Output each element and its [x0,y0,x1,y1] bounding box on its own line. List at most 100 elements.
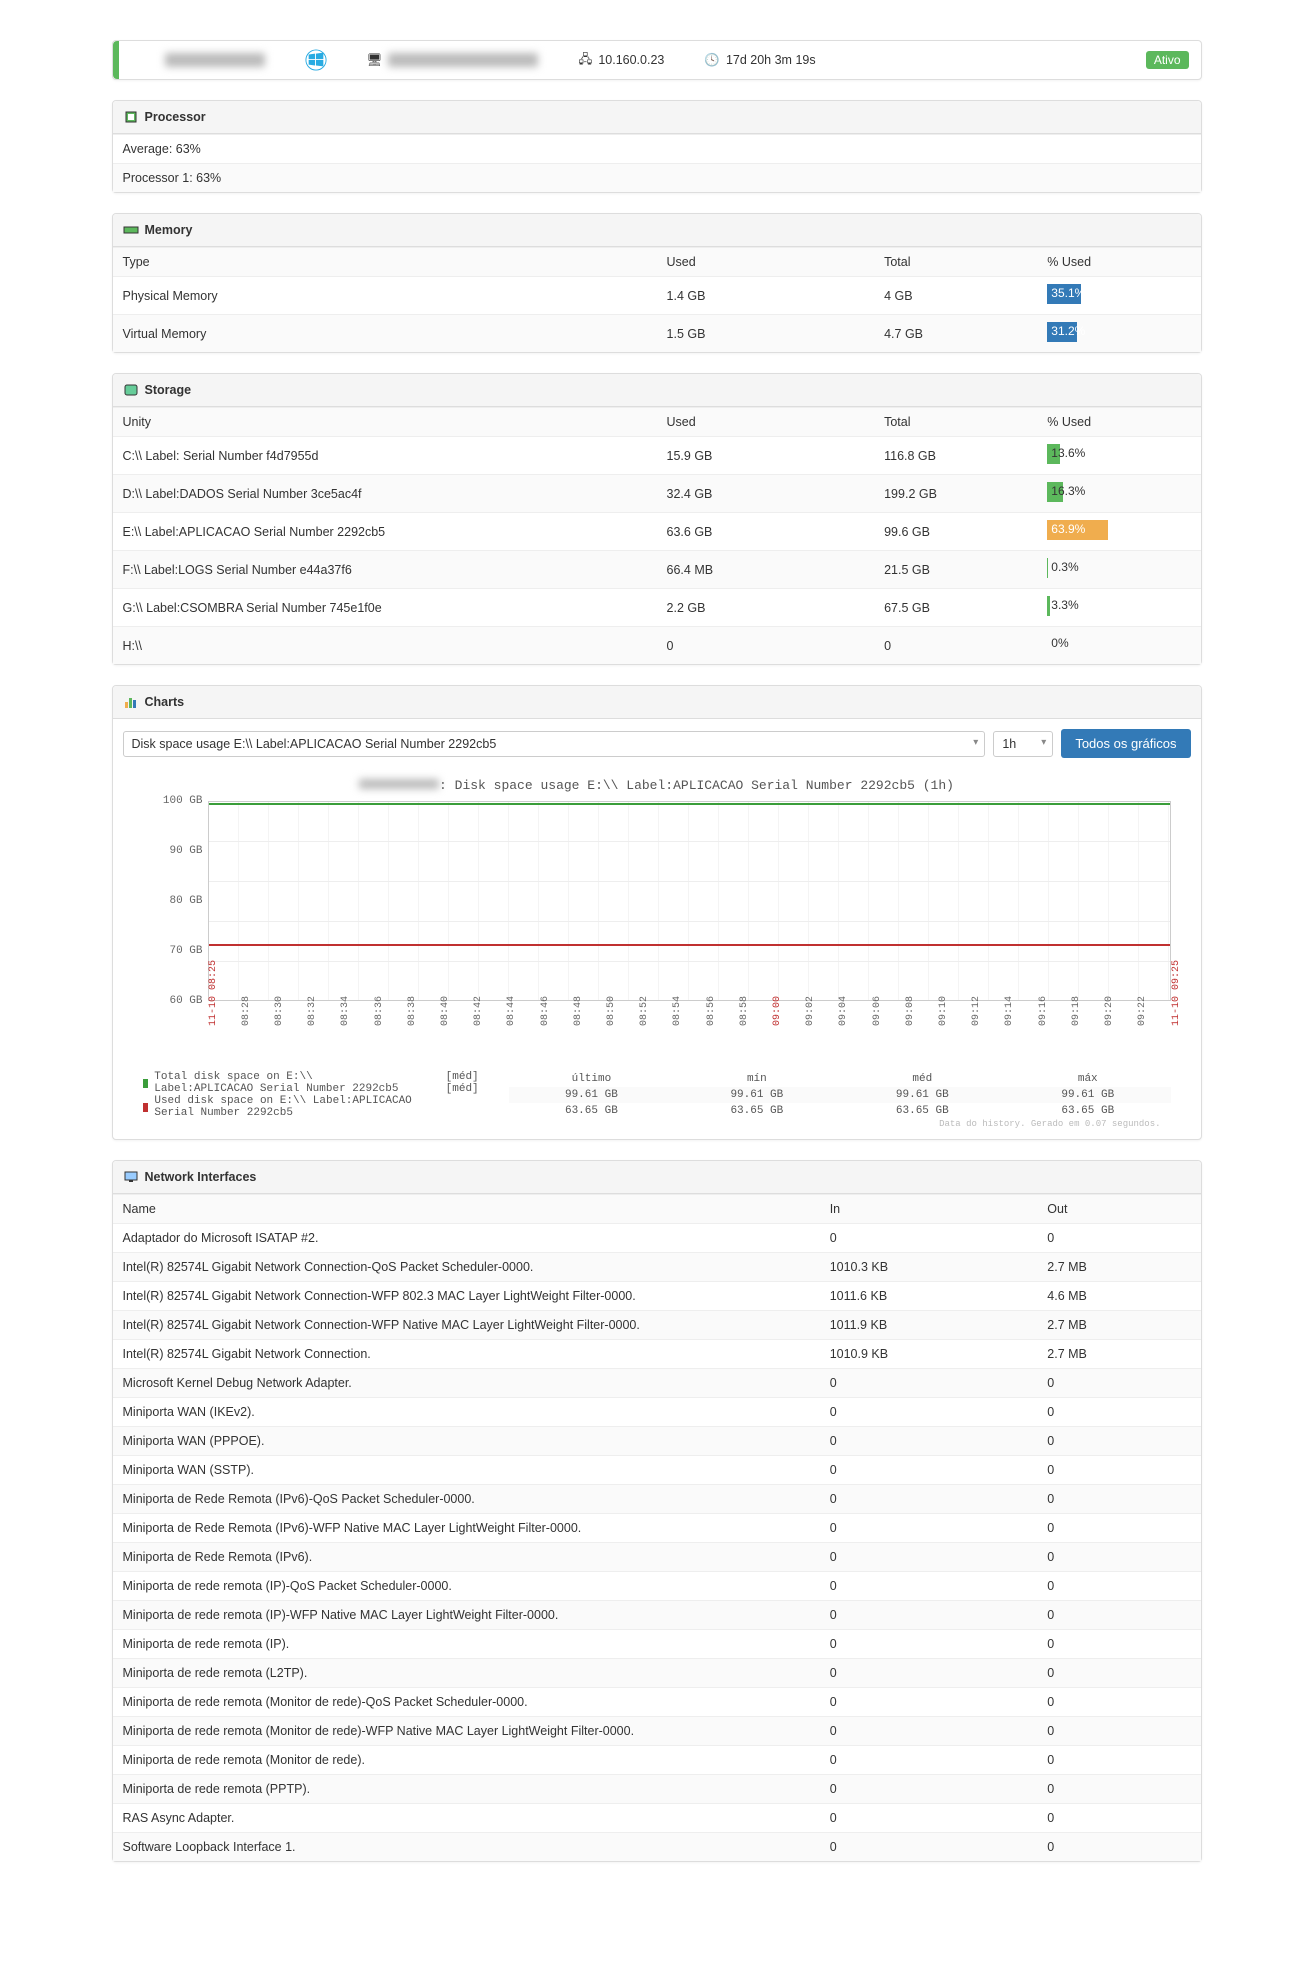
x-tick: 09:18 [1071,996,1082,1026]
table-row: Miniporta de rede remota (Monitor de red… [113,1717,1201,1746]
all-charts-button[interactable]: Todos os gráficos [1061,729,1190,758]
col-last: último [509,1071,674,1087]
disk-icon [123,382,139,398]
chart-plot-title: : Disk space usage E:\\ Label:APLICACAO … [439,778,954,793]
chart-period-value: 1h [1002,737,1016,751]
x-tick: 08:58 [739,996,750,1026]
chart-metric-value: Disk space usage E:\\ Label:APLICACAO Se… [132,737,497,751]
table-row: Miniporta de rede remota (Monitor de red… [113,1688,1201,1717]
table-row: Miniporta de rede remota (IP).00 [113,1630,1201,1659]
series-total-line [209,803,1170,805]
charts-panel: Charts Disk space usage E:\\ Label:APLIC… [112,685,1202,1140]
col-out: Out [1037,1195,1200,1224]
chart-icon [123,694,139,710]
table-row: Microsoft Kernel Debug Network Adapter.0… [113,1369,1201,1398]
chart-metric-select[interactable]: Disk space usage E:\\ Label:APLICACAO Se… [123,731,986,757]
uptime-value: 17d 20h 3m 19s [726,53,816,67]
host-redacted [388,53,538,67]
processor-1: Processor 1: 63% [113,163,1201,192]
x-tick: 09:20 [1104,996,1115,1026]
table-row: G:\\ Label:CSOMBRA Serial Number 745e1f0… [113,589,1201,627]
table-row: Miniporta de Rede Remota (IPv6)-QoS Pack… [113,1485,1201,1514]
memory-icon [123,222,139,238]
x-tick: 09:02 [805,996,816,1026]
table-row: Intel(R) 82574L Gigabit Network Connecti… [113,1311,1201,1340]
col-max: máx [1005,1071,1170,1087]
host-type: 🖥 [367,53,539,68]
legend-agg1: [méd] [446,1071,479,1083]
storage-title: Storage [145,383,192,397]
x-tick: 08:52 [639,996,650,1026]
col-type: Type [113,248,657,277]
x-tick: 08:28 [241,996,252,1026]
y-tick: 100 GB [163,795,203,807]
x-tick: 08:50 [606,996,617,1026]
y-tick: 60 GB [169,995,202,1007]
table-row: Miniporta de rede remota (PPTP).00 [113,1775,1201,1804]
memory-panel: Memory Type Used Total % Used Physical M… [112,213,1202,353]
status-accent [113,41,119,79]
col-used: Used [657,248,875,277]
x-tick: 09:08 [905,996,916,1026]
x-tick: 09:00 [772,996,783,1026]
chart-period-select[interactable]: 1h [993,731,1053,757]
table-row: Miniporta de rede remota (Monitor de red… [113,1746,1201,1775]
table-row: E:\\ Label:APLICACAO Serial Number 2292c… [113,513,1201,551]
table-row: H:\\000% [113,627,1201,665]
x-tick: 08:34 [340,996,351,1026]
ip-address: 10.160.0.23 [598,53,664,67]
x-tick: 11-10 08:25 [208,960,219,1026]
storage-table: Unity Used Total % Used C:\\ Label: Seri… [113,407,1201,664]
table-row: D:\\ Label:DADOS Serial Number 3ce5ac4f3… [113,475,1201,513]
table-row: Miniporta WAN (IKEv2).00 [113,1398,1201,1427]
network-panel: Network Interfaces Name In Out Adaptador… [112,1160,1202,1862]
table-row: Adaptador do Microsoft ISATAP #2.00 [113,1224,1201,1253]
x-tick: 09:14 [1004,996,1015,1026]
col-name: Name [113,1195,820,1224]
table-row: Intel(R) 82574L Gigabit Network Connecti… [113,1253,1201,1282]
x-tick: 09:06 [872,996,883,1026]
server-icon: 🖥 [367,53,383,68]
table-row: Software Loopback Interface 1.00 [113,1833,1201,1862]
x-tick: 09:04 [838,996,849,1026]
table-row: Miniporta de Rede Remota (IPv6).00 [113,1543,1201,1572]
table-row: Miniporta de rede remota (IP)-QoS Packet… [113,1572,1201,1601]
y-tick: 90 GB [169,845,202,857]
table-row: F:\\ Label:LOGS Serial Number e44a37f666… [113,551,1201,589]
col-pct: % Used [1037,248,1200,277]
x-tick: 11-10 09:25 [1171,960,1182,1026]
network-title: Network Interfaces [145,1170,257,1184]
col-min: mín [674,1071,839,1087]
network-panel-icon [123,1169,139,1185]
processor-avg: Average: 63% [113,134,1201,163]
x-tick: 09:12 [971,996,982,1026]
legend-agg2: [méd] [446,1083,479,1095]
x-tick: 08:40 [440,996,451,1026]
table-row: Miniporta de Rede Remota (IPv6)-WFP Nati… [113,1514,1201,1543]
col-unity: Unity [113,408,657,437]
table-row: Intel(R) 82574L Gigabit Network Connecti… [113,1282,1201,1311]
col-total: Total [874,248,1037,277]
chart-plot: : Disk space usage E:\\ Label:APLICACAO … [113,768,1201,1139]
network-table: Name In Out Adaptador do Microsoft ISATA… [113,1194,1201,1861]
legend-swatch-used [143,1103,149,1112]
x-tick: 09:16 [1038,996,1049,1026]
hostname-redacted [165,53,265,67]
x-tick: 08:32 [307,996,318,1026]
table-row: RAS Async Adapter.00 [113,1804,1201,1833]
clock-icon: 🕓 [704,53,720,68]
cpu-icon [123,109,139,125]
y-tick: 70 GB [169,945,202,957]
legend-series2: Used disk space on E:\\ Label:APLICACAO … [154,1095,415,1119]
x-tick: 08:48 [573,996,584,1026]
processor-panel: Processor Average: 63% Processor 1: 63% [112,100,1202,193]
col-pct: % Used [1037,408,1200,437]
legend-swatch-total [143,1079,149,1088]
windows-icon [305,49,327,71]
table-row: Intel(R) 82574L Gigabit Network Connecti… [113,1340,1201,1369]
x-tick: 08:36 [374,996,385,1026]
table-row: Miniporta WAN (SSTP).00 [113,1456,1201,1485]
x-tick: 08:46 [540,996,551,1026]
x-tick: 08:44 [506,996,517,1026]
status-badge: Ativo [1146,51,1189,69]
